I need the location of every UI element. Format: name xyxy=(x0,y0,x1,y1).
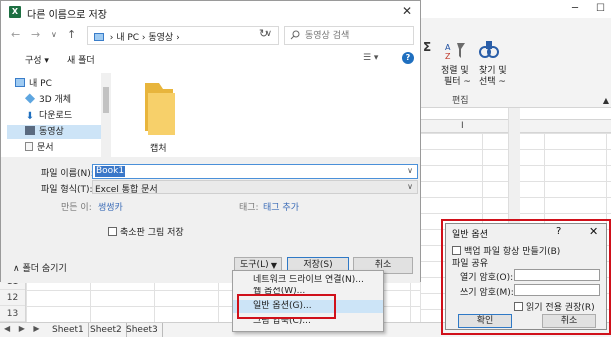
filetype-dropdown-icon[interactable]: ∨ xyxy=(407,182,413,191)
sheet-tab[interactable]: Sheet2 xyxy=(86,323,127,337)
save-form: 파일 이름(N): Book1 ∨ 파일 형식(T): Excel 통합 문서 … xyxy=(1,157,420,247)
sidebar-item-videos[interactable]: 동영상 xyxy=(7,125,105,139)
scrollbar-thumb[interactable] xyxy=(103,87,109,113)
find-select-label-1[interactable]: 찾기 및 xyxy=(479,66,507,77)
excel-window-buttons: ─ ☐ xyxy=(572,3,605,14)
address-bar[interactable]: › 내 PC › 동영상 › ∨ xyxy=(87,26,279,45)
filename-label: 파일 이름(N): xyxy=(41,169,94,179)
row-header[interactable]: 12 xyxy=(0,290,25,306)
column-header-i[interactable]: I xyxy=(461,121,464,131)
editing-group-caption: 편집 xyxy=(452,96,469,106)
hide-folders-label: 폴더 숨기기 xyxy=(22,264,67,274)
sidebar-item-label: 동영상 xyxy=(39,127,64,137)
sidebar-item-documents[interactable]: 문서 xyxy=(7,141,105,155)
sidebar-item-label: 다운로드 xyxy=(39,111,73,121)
sidebar-item-label: 문서 xyxy=(37,143,54,153)
sidebar-item-3d-objects[interactable]: 3D 개체 xyxy=(7,93,105,107)
navigation-pane-scrollbar[interactable] xyxy=(101,73,111,159)
save-thumbnail-checkbox[interactable]: 축소판 그림 저장 xyxy=(108,225,184,238)
filetype-label: 파일 형식(T): xyxy=(41,185,93,195)
sort-filter-icon[interactable]: A Z xyxy=(444,40,466,62)
up-arrow-icon[interactable]: ↑ xyxy=(67,28,76,41)
svg-text:A: A xyxy=(445,43,451,52)
view-options-icon[interactable]: ☰ ▾ xyxy=(363,53,378,63)
organize-button[interactable]: 구성 ▾ xyxy=(25,53,49,66)
sidebar-item-label: 내 PC xyxy=(29,79,52,89)
search-icon xyxy=(290,30,300,40)
save-as-dialog: X 다른 이름으로 저장 ✕ ← → ∨ ↑ › 내 PC › 동영상 › ∨ … xyxy=(0,0,421,283)
row-header[interactable]: 13 xyxy=(0,306,25,322)
new-folder-button[interactable]: 새 폴더 xyxy=(67,53,95,66)
filename-dropdown-icon[interactable]: ∨ xyxy=(407,166,413,175)
folder-label: 캡처 xyxy=(150,144,167,154)
help-icon[interactable]: ? xyxy=(402,52,414,64)
forward-arrow-icon[interactable]: → xyxy=(31,28,40,41)
recent-locations-icon[interactable]: ∨ xyxy=(51,30,57,39)
folder-icon xyxy=(145,83,175,135)
maximize-icon[interactable]: ☐ xyxy=(596,3,605,14)
filename-value[interactable]: Book1 xyxy=(95,166,126,177)
search-box[interactable] xyxy=(284,26,414,45)
back-arrow-icon[interactable]: ← xyxy=(11,28,20,41)
pc-icon xyxy=(94,33,104,41)
chevron-up-icon: ∧ xyxy=(13,264,20,274)
excel-titlebar: ─ ☐ xyxy=(420,0,611,18)
checkbox[interactable] xyxy=(108,227,117,236)
author-value[interactable]: 썽썽카 xyxy=(98,200,123,213)
navigation-pane: 내 PC 3D 개체 ⬇ 다운로드 동영상 문서 xyxy=(7,73,111,159)
computer-icon xyxy=(15,78,25,87)
menu-item-map-network-drive[interactable]: 네트워크 드라이브 연결(N)... xyxy=(233,274,383,287)
tools-label: 도구(L) xyxy=(240,260,269,270)
document-icon xyxy=(25,142,33,151)
author-label: 만든 이: xyxy=(61,203,92,213)
refresh-icon[interactable]: ↻ xyxy=(259,27,268,40)
breadcrumb-root[interactable]: 내 PC xyxy=(116,33,139,43)
filename-field[interactable]: Book1 ∨ xyxy=(92,164,418,179)
hide-folders-button[interactable]: ∧ 폴더 숨기기 xyxy=(13,261,67,274)
sidebar-item-label: 3D 개체 xyxy=(39,95,72,105)
download-icon: ⬇ xyxy=(25,111,35,122)
close-icon[interactable]: ✕ xyxy=(402,4,412,18)
sort-filter-label-1[interactable]: 정렬 및 xyxy=(441,66,469,77)
tags-label: 태그: xyxy=(239,203,259,213)
sheet-tab[interactable]: Sheet1 xyxy=(48,323,89,337)
address-path: › 내 PC › 동영상 › xyxy=(94,30,180,43)
dialog-toolbar: 구성 ▾ 새 폴더 ☰ ▾ ? xyxy=(1,49,420,69)
file-list: 캡처 xyxy=(113,71,419,157)
dialog-title: 다른 이름으로 저장 xyxy=(27,10,107,21)
sheet-tab[interactable]: Sheet3 xyxy=(122,323,163,337)
highlight-box-general-options-dialog xyxy=(441,219,611,335)
tags-value[interactable]: 태그 추가 xyxy=(263,200,299,213)
save-thumbnail-label: 축소판 그림 저장 xyxy=(120,228,184,238)
breadcrumb-leaf[interactable]: 동영상 xyxy=(148,33,173,43)
highlight-box-general-options xyxy=(237,294,336,319)
ribbon-collapse-icon[interactable]: ▲ xyxy=(603,96,609,105)
find-select-label-2[interactable]: 선택 ~ xyxy=(479,77,506,88)
minimize-icon[interactable]: ─ xyxy=(572,3,578,14)
svg-text:Z: Z xyxy=(445,52,451,61)
sheet-nav-arrows-icon[interactable]: ◀ ▶ ▶ xyxy=(4,324,43,333)
filetype-select[interactable]: Excel 통합 문서 ∨ xyxy=(92,180,418,195)
excel-app-icon: X xyxy=(9,6,21,18)
cube-icon xyxy=(24,93,36,104)
dialog-titlebar: X 다른 이름으로 저장 ✕ xyxy=(1,1,420,23)
ribbon-group-editing: A Z 정렬 및 필터 ~ 찾기 및 선택 ~ xyxy=(428,36,518,106)
filetype-value: Excel 통합 문서 xyxy=(95,185,158,195)
find-select-icon[interactable] xyxy=(478,38,500,62)
video-icon xyxy=(25,126,35,135)
search-input[interactable] xyxy=(305,29,411,42)
sidebar-item-this-pc[interactable]: 내 PC xyxy=(7,77,105,91)
sort-filter-label-2[interactable]: 필터 ~ xyxy=(444,77,471,88)
sidebar-item-downloads[interactable]: ⬇ 다운로드 xyxy=(7,109,105,123)
